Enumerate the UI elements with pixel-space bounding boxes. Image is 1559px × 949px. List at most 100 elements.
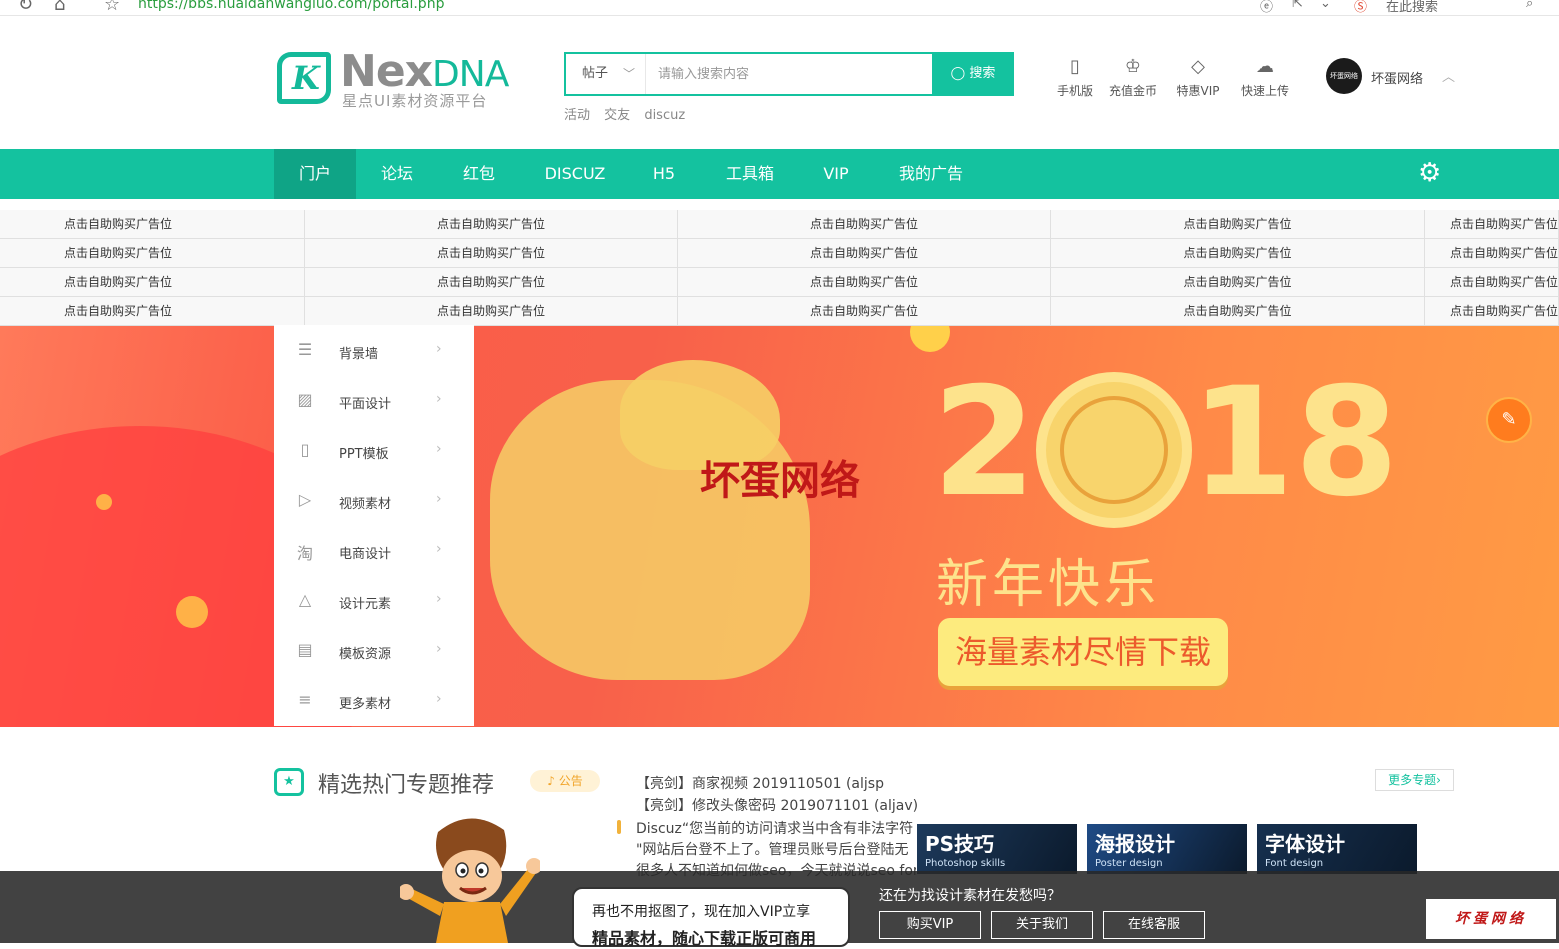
category-item[interactable]: ▷ 视频素材 › [274,476,474,526]
vip-promo-bar: 再也不用抠图了，现在加入VIP立享 精品素材，随心下载正版可商用 还在为找设计素… [0,871,1559,948]
category-label: 电商设计 [339,547,392,562]
category-item[interactable]: ☰ 背景墙 › [274,326,474,376]
ad-slot[interactable]: 点击自助购买广告位 [1051,239,1425,268]
ad-slot[interactable]: 点击自助购买广告位 [1051,268,1425,297]
ad-slot[interactable]: 点击自助购买广告位 [678,268,1051,297]
address-bar[interactable]: https://bbs.huaidanwangluo.com/portal.ph… [138,0,444,12]
upload-link[interactable]: ☁ 快速上传 [1235,56,1295,99]
ad-slot[interactable]: 点击自助购买广告位 [305,210,678,239]
wall-icon: ☰ [297,340,313,359]
gear-icon[interactable]: ⚙ [1418,158,1441,188]
ad-slot[interactable]: 点击自助购买广告位 [1425,239,1559,268]
search-button[interactable]: ◯ 搜索 [932,52,1014,96]
reload-icon[interactable]: ↻ [18,0,33,15]
ad-slot[interactable]: 点击自助购买广告位 [0,210,305,239]
crown-icon: ♔ [1124,56,1142,77]
news-item[interactable]: "网站后台登不上了。管理员账号后台登陆无 [636,839,916,859]
avatar[interactable]: 坏蛋网络 [1326,58,1362,94]
ad-slot[interactable]: 点击自助购买广告位 [678,297,1051,326]
hot-tag[interactable]: discuz [644,108,685,123]
hot-tag[interactable]: 交友 [604,108,630,123]
online-service-button[interactable]: 在线客服 [1103,911,1205,939]
notice-badge: ♪ 公告 [530,770,600,792]
search-icon[interactable]: ⌕ [1526,0,1533,11]
category-item[interactable]: ≡ 更多素材 › [274,676,474,726]
nav-item-redpacket[interactable]: 红包 [444,149,514,199]
nav-item-toolbox[interactable]: 工具箱 [714,149,786,199]
mascot-image [400,818,540,943]
more-topics-link[interactable]: 更多专题› [1375,769,1454,791]
ad-slot[interactable]: 点击自助购买广告位 [1051,297,1425,326]
ad-slot[interactable]: 点击自助购买广告位 [305,268,678,297]
ad-slot[interactable]: 点击自助购买广告位 [1425,297,1559,326]
cloud-upload-icon: ☁ [1256,56,1274,77]
template-icon: ▤ [297,640,313,659]
main-nav: 门户 论坛 红包 DISCUZ H5 工具箱 VIP 我的广告 ⚙ [0,149,1559,199]
ad-slot[interactable]: 点击自助购买广告位 [1051,210,1425,239]
banner-year-right: 18 [1190,356,1399,530]
nav-item-vip[interactable]: VIP [806,149,866,199]
vip-link[interactable]: ◇ 特惠VIP [1168,56,1228,99]
mobile-version-link[interactable]: ▯ 手机版 [1045,56,1105,99]
news-item[interactable]: 【亮剑】修改头像密码 2019071101 (aljav) [636,795,918,815]
dropdown-icon[interactable]: ⌄ [1320,0,1331,11]
category-item[interactable]: ▤ 模板资源 › [274,626,474,676]
chevron-up-icon[interactable]: ︿ [1442,66,1455,85]
taobao-icon: 淘 [296,544,313,563]
category-item[interactable]: △ 设计元素 › [274,576,474,626]
bookmark-star-icon[interactable]: ☆ [104,0,120,15]
ad-slot[interactable]: 点击自助购买广告位 [678,210,1051,239]
topic-thumb-font[interactable]: 字体设计 Font design [1257,824,1417,874]
shapes-icon: △ [298,590,312,609]
banner-decoration [176,596,208,628]
ad-slot[interactable]: 点击自助购买广告位 [0,297,305,326]
buy-vip-button[interactable]: 购买VIP [879,911,981,939]
about-us-button[interactable]: 关于我们 [991,911,1093,939]
topic-thumb-poster[interactable]: 海报设计 Poster design [1087,824,1247,874]
topic-thumb-ps[interactable]: PS技巧 Photoshop skills [917,824,1077,874]
ad-slot[interactable]: 点击自助购买广告位 [305,297,678,326]
category-label: 背景墙 [339,347,379,362]
ad-slot[interactable]: 点击自助购买广告位 [0,268,305,297]
ad-slot[interactable]: 点击自助购买广告位 [678,239,1051,268]
category-label: 视频素材 [339,497,392,512]
category-label: 模板资源 [339,647,392,662]
nav-item-my-ads[interactable]: 我的广告 [886,149,976,199]
chevron-right-icon: › [436,541,442,557]
logo-mark-icon[interactable]: K [277,52,331,104]
category-item[interactable]: ▯ PPT模板 › [274,426,474,476]
user-name[interactable]: 坏蛋网络 [1371,68,1423,87]
chevron-right-icon: › [436,391,442,407]
search-input[interactable] [648,54,932,94]
ad-slot[interactable]: 点击自助购买广告位 [1425,268,1559,297]
nav-item-portal[interactable]: 门户 [274,149,356,199]
hot-tag[interactable]: 活动 [564,108,590,123]
browser-search[interactable]: 在此搜索 [1386,0,1438,15]
brand-logo[interactable]: 坏蛋网络 [1426,899,1556,939]
ad-slot[interactable]: 点击自助购买广告位 [305,239,678,268]
logo-subtitle: 星点UI素材资源平台 [342,92,488,110]
banner-cta-button[interactable]: 海量素材尽情下载 [938,618,1228,686]
category-menu: ☰ 背景墙 › ▨ 平面设计 › ▯ PPT模板 › ▷ 视频素材 › 淘 电商设计 › △ 设计元素 › ▤ 模板资… [274,325,474,726]
nav-item-discuz[interactable]: DISCUZ [532,149,618,199]
promo-line-1: 再也不用抠图了，现在加入VIP立享 [592,904,811,920]
sogou-icon[interactable]: Ⓢ [1354,0,1367,15]
search-type-select[interactable]: 帖子 ﹀ [566,54,646,94]
banner-year-left: 2 [932,356,1037,530]
news-item[interactable]: Discuz“您当前的访问请求当中含有非法字符 [636,818,916,838]
nav-item-forum[interactable]: 论坛 [362,149,432,199]
nav-item-h5[interactable]: H5 [636,149,692,199]
pencil-icon[interactable]: ✎ [1486,397,1532,443]
list-icon: ≡ [298,690,312,709]
ad-slot[interactable]: 点击自助购买广告位 [1425,210,1559,239]
home-icon[interactable]: ⌂ [54,0,65,15]
hero-banner[interactable]: 坏蛋网络 2 18 新年快乐 海量素材尽情下载 ✎ [0,326,1559,727]
banner-watermark: 坏蛋网络 [700,458,860,504]
category-item[interactable]: 淘 电商设计 › [274,526,474,576]
news-item[interactable]: 【亮剑】商家视频 2019110501 (aljsp [636,773,884,793]
recharge-link[interactable]: ♔ 充值金币 [1103,56,1163,99]
category-item[interactable]: ▨ 平面设计 › [274,376,474,426]
ie-icon[interactable]: ⓔ [1260,0,1273,15]
share-icon[interactable]: ⇱ [1292,0,1303,11]
ad-slot[interactable]: 点击自助购买广告位 [0,239,305,268]
